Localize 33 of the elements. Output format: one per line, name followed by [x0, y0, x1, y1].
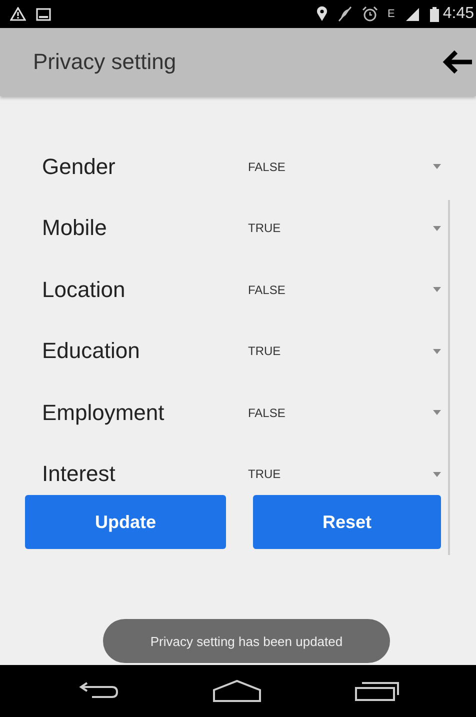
value-dropdown[interactable]: FALSE [248, 278, 441, 301]
caret-icon [433, 226, 441, 231]
location-pin-icon [316, 6, 328, 22]
caret-icon [433, 164, 441, 170]
alarm-clock-icon [362, 6, 378, 22]
update-button[interactable]: Update [25, 495, 226, 549]
setting-label: Mobile [41, 215, 108, 242]
warning-icon [10, 7, 26, 21]
clock-time: 4:45 [442, 5, 474, 23]
value-dropdown[interactable]: FALSE [248, 156, 441, 178]
setting-label: Education [41, 338, 141, 364]
setting-label: Location [41, 276, 126, 303]
value-dropdown[interactable]: TRUE [248, 217, 441, 240]
value-dropdown[interactable]: TRUE [248, 463, 441, 486]
signal-icon [404, 6, 420, 22]
image-icon [36, 8, 51, 20]
caret-icon [433, 472, 441, 477]
setting-label: Gender [41, 154, 116, 180]
value-dropdown[interactable]: TRUE [248, 340, 441, 362]
caret-icon [433, 348, 441, 354]
screen-title: Privacy setting [33, 49, 176, 75]
network-type: E [388, 8, 395, 20]
value-dropdown[interactable]: FALSE [248, 402, 441, 424]
toast-message: Privacy setting has been updated [103, 619, 390, 663]
setting-label: Interest [41, 461, 116, 488]
home-icon[interactable] [212, 679, 262, 703]
reset-button[interactable]: Reset [253, 495, 441, 549]
battery-icon [430, 6, 439, 22]
caret-icon [433, 287, 441, 292]
caret-icon [433, 410, 441, 416]
back-arrow-icon[interactable] [442, 49, 474, 75]
recent-apps-icon[interactable] [354, 680, 400, 702]
setting-label: Employment [41, 400, 166, 426]
